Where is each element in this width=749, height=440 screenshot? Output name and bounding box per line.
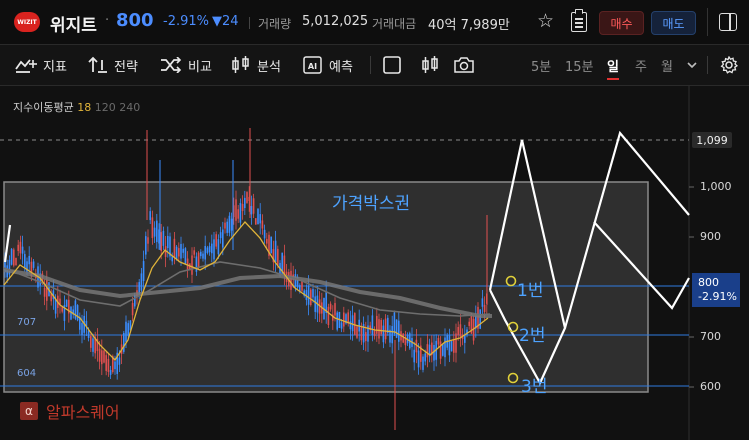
header-vertical-divider — [707, 8, 708, 36]
screenshot-tool[interactable] — [454, 56, 480, 74]
current-price-tag-value: 800 — [698, 276, 719, 289]
period-day[interactable]: 일 — [607, 56, 619, 80]
predict-label: 예측 — [329, 59, 353, 75]
volume-label: 거래량 — [258, 17, 292, 31]
alphasquare-watermark: α 알파스퀘어 — [20, 399, 120, 423]
square-icon — [383, 56, 401, 74]
buy-button[interactable]: 매수 — [599, 11, 644, 35]
stock-header: WIZIT 위지트 · 800 -2.91% ▼24 거래량 5,012,025… — [0, 0, 749, 45]
volume-value: 5,012,025 — [302, 14, 369, 29]
annotation-3: 3번 — [521, 377, 548, 397]
chart-toolbar: 지표 전략 비교 분석 AI 예측 5분 15분 일 주 월 — [0, 45, 749, 86]
annotation-2: 2번 — [519, 326, 546, 346]
level-label-707: 707 — [17, 317, 37, 328]
y-axis-label-600: 600 — [700, 380, 721, 393]
analysis-tool[interactable]: 분석 — [231, 56, 281, 75]
change-percent: -2.91% — [163, 14, 209, 29]
y-axis-label-900: 900 — [700, 230, 721, 243]
trade-amount-value: 40억 7,989만 — [428, 18, 510, 33]
strategy-label: 전략 — [114, 59, 138, 75]
y-axis-high-label: 1,099 — [692, 132, 732, 148]
ai-icon: AI — [303, 56, 322, 74]
clipboard-icon[interactable] — [571, 9, 587, 32]
ma-legend-title: 지수이동평균 — [13, 101, 74, 114]
indicator-label: 지표 — [43, 59, 67, 75]
change-amount: ▼24 — [212, 14, 239, 29]
favorite-star-icon[interactable]: ☆ — [537, 10, 554, 32]
settings-tool[interactable] — [720, 56, 744, 74]
annotation-1: 1번 — [517, 281, 544, 301]
toolbar-divider-right — [707, 56, 708, 74]
shuffle-icon — [161, 57, 182, 73]
drawing-box-tool[interactable] — [383, 56, 407, 74]
company-logo: WIZIT — [14, 12, 40, 32]
watermark-text: 알파스퀘어 — [46, 403, 120, 422]
indicator-icon — [15, 59, 37, 73]
period-15min[interactable]: 15분 — [565, 56, 594, 75]
chevron-down-icon — [687, 62, 697, 69]
period-5min[interactable]: 5분 — [531, 56, 551, 75]
moving-average-legend[interactable]: 지수이동평균 18 120 240 — [13, 99, 140, 115]
strategy-tool[interactable]: 전략 — [88, 56, 138, 75]
ma-120-legend: 120 — [94, 101, 116, 114]
chart-type-tool[interactable] — [421, 56, 445, 74]
analysis-label: 분석 — [257, 59, 281, 75]
level-label-604: 604 — [17, 368, 37, 379]
current-price-tag: 800 -2.91% — [692, 273, 740, 307]
camera-icon — [454, 57, 474, 73]
candlestick-icon — [422, 56, 438, 73]
strategy-icon — [88, 56, 107, 73]
current-price-tag-pct: -2.91% — [698, 290, 737, 303]
svg-text:AI: AI — [308, 62, 317, 71]
header-divider — [249, 17, 250, 29]
ma-240-legend: 240 — [119, 101, 141, 114]
candle-analysis-icon — [232, 56, 249, 73]
alphasquare-logo-icon: α — [20, 402, 38, 420]
separator-dot: · — [105, 13, 110, 28]
gear-icon — [720, 56, 738, 74]
sell-button[interactable]: 매도 — [651, 11, 696, 35]
price-chart-area[interactable] — [0, 86, 749, 440]
toolbar-divider — [370, 56, 371, 74]
period-month[interactable]: 월 — [661, 56, 673, 75]
side-panel-icon[interactable] — [719, 13, 737, 31]
compare-label: 비교 — [188, 59, 212, 75]
current-price: 800 — [116, 10, 154, 31]
period-week[interactable]: 주 — [635, 56, 647, 75]
y-axis-label-1000: 1,000 — [700, 180, 732, 193]
trade-amount-label: 거래대금 — [372, 17, 417, 31]
ma-18-legend: 18 — [77, 101, 92, 114]
stock-name[interactable]: 위지트 — [50, 11, 97, 36]
compare-tool[interactable]: 비교 — [160, 56, 212, 75]
price-box-title: 가격박스권 — [332, 194, 411, 214]
period-more-dropdown[interactable] — [686, 56, 704, 74]
indicator-tool[interactable]: 지표 — [15, 56, 67, 75]
predict-tool[interactable]: AI 예측 — [303, 56, 353, 75]
y-axis-label-700: 700 — [700, 330, 721, 343]
